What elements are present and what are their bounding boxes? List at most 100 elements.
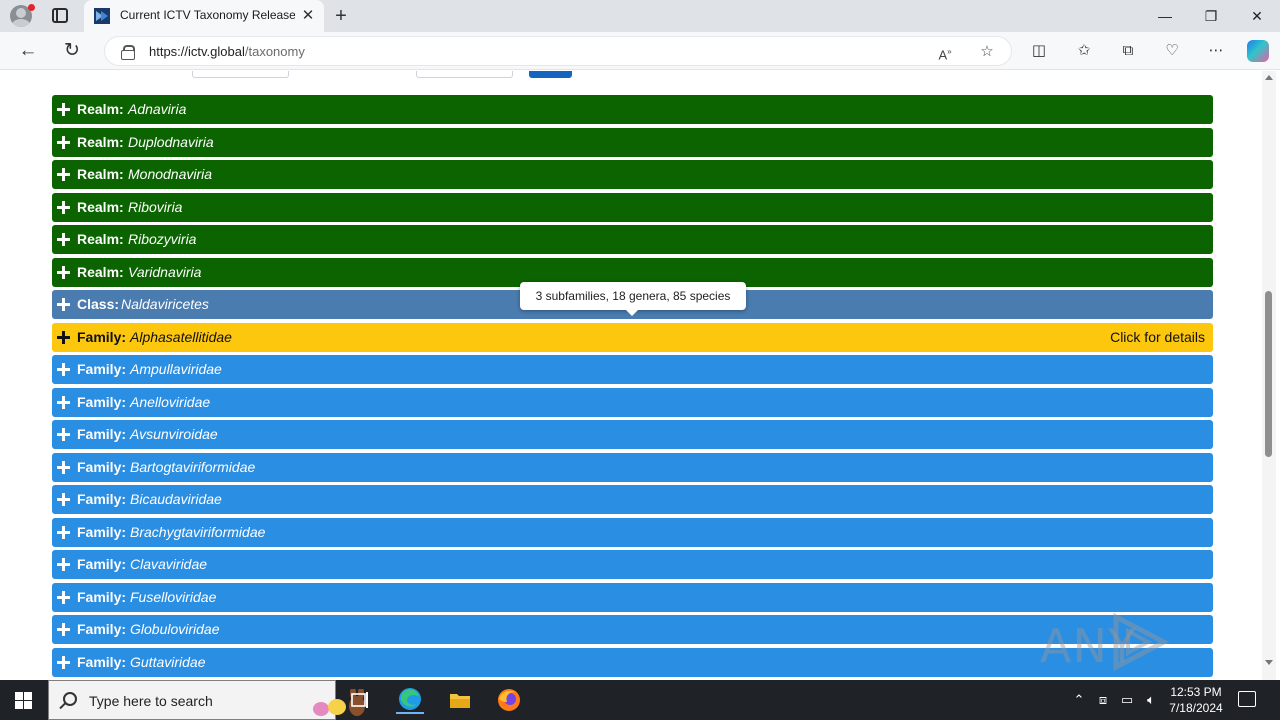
taxon-name[interactable]: Globuloviridae	[130, 621, 220, 637]
favorites-icon[interactable]: ✩	[1073, 40, 1095, 62]
taxon-name[interactable]: Bartogtaviriformidae	[130, 459, 255, 475]
family-row[interactable]: Family: Bartogtaviriformidae	[52, 453, 1213, 482]
rank-label: Realm:	[77, 101, 124, 117]
edge-browser-icon[interactable]	[396, 686, 424, 714]
expand-plus-icon[interactable]	[57, 526, 70, 539]
clock-time: 12:53 PM	[1170, 685, 1222, 699]
rank-label: Family:	[77, 394, 127, 410]
network-icon[interactable]: ▭	[1118, 690, 1136, 710]
taxon-name[interactable]: Ribozyviria	[128, 231, 196, 247]
file-explorer-icon[interactable]	[446, 686, 474, 714]
filter-submit-button-partial[interactable]	[529, 71, 572, 78]
taxon-name[interactable]: Naldaviricetes	[121, 296, 209, 312]
window-close-button[interactable]: ✕	[1242, 4, 1272, 28]
copilot-icon[interactable]	[1247, 40, 1269, 62]
read-aloud-icon[interactable]: A»	[935, 42, 955, 62]
show-hidden-icons-chevron-icon[interactable]: ⌃	[1070, 690, 1088, 710]
expand-plus-icon[interactable]	[57, 136, 70, 149]
rank-label: Family:	[77, 459, 127, 475]
family-row[interactable]: Family: Guttaviridae	[52, 648, 1213, 677]
browser-tab-active[interactable]: Current ICTV Taxonomy Release | ✕	[84, 0, 324, 32]
realm-row[interactable]: Realm: Ribozyviria	[52, 225, 1213, 254]
expand-plus-icon[interactable]	[57, 201, 70, 214]
device-icon[interactable]: ⧈	[1094, 690, 1112, 710]
taxon-name[interactable]: Guttaviridae	[130, 654, 205, 670]
expand-plus-icon[interactable]	[57, 623, 70, 636]
taxon-name[interactable]: Alphasatellitidae	[130, 329, 232, 345]
taxon-name[interactable]: Duplodnaviria	[128, 134, 214, 150]
scrollbar-thumb[interactable]	[1265, 291, 1272, 457]
taskbar-clock[interactable]: 12:53 PM 7/18/2024	[1160, 684, 1232, 716]
browser-essentials-icon[interactable]: ♡	[1161, 40, 1183, 62]
new-tab-button[interactable]: +	[330, 5, 352, 27]
volume-icon[interactable]: 🔈︎	[1142, 690, 1160, 710]
realm-row[interactable]: Realm: Monodnaviria	[52, 160, 1213, 189]
scroll-up-arrow-icon[interactable]	[1265, 75, 1273, 80]
family-row[interactable]: Family: Globuloviridae	[52, 615, 1213, 644]
expand-plus-icon[interactable]	[57, 428, 70, 441]
realm-row[interactable]: Realm: Adnaviria	[52, 95, 1213, 124]
taskbar-search-box[interactable]: Type here to search	[48, 680, 365, 720]
watermark-text: ANY RUN	[1040, 619, 1142, 680]
family-row[interactable]: Family: Fuselloviridae	[52, 583, 1213, 612]
expand-plus-icon[interactable]	[57, 331, 70, 344]
task-view-icon[interactable]	[346, 686, 374, 714]
split-screen-icon[interactable]: ◫	[1028, 40, 1050, 62]
taxon-name[interactable]: Fuselloviridae	[130, 589, 216, 605]
family-row[interactable]: Family: Brachygtaviriformidae	[52, 518, 1213, 547]
lock-icon[interactable]	[121, 45, 135, 60]
taxon-name[interactable]: Riboviria	[128, 199, 182, 215]
expand-plus-icon[interactable]	[57, 363, 70, 376]
expand-plus-icon[interactable]	[57, 493, 70, 506]
rank-label: Family:	[77, 524, 127, 540]
favorite-star-icon[interactable]: ☆	[977, 42, 997, 62]
expand-plus-icon[interactable]	[57, 396, 70, 409]
windows-start-icon[interactable]	[15, 692, 32, 709]
expand-plus-icon[interactable]	[57, 591, 70, 604]
window-minimize-button[interactable]: —	[1150, 4, 1180, 28]
firefox-icon[interactable]	[495, 686, 523, 714]
realm-row[interactable]: Realm: Riboviria	[52, 193, 1213, 222]
taxon-name[interactable]: Monodnaviria	[128, 166, 212, 182]
family-row[interactable]: Family: Ampullaviridae	[52, 355, 1213, 384]
collections-icon[interactable]: ⧉	[1117, 40, 1139, 62]
filter-select-partial[interactable]	[416, 71, 513, 78]
expand-plus-icon[interactable]	[57, 558, 70, 571]
taxon-name[interactable]: Avsunviroidae	[130, 426, 218, 442]
expand-plus-icon[interactable]	[57, 298, 70, 311]
expand-plus-icon[interactable]	[57, 656, 70, 669]
taxon-name[interactable]: Clavaviridae	[130, 556, 207, 572]
taxon-name[interactable]: Ampullaviridae	[130, 361, 222, 377]
tab-close-icon[interactable]: ✕	[300, 8, 316, 24]
taxon-name[interactable]: Anelloviridae	[130, 394, 210, 410]
taskbar-search-placeholder: Type here to search	[89, 693, 213, 709]
page-scrollbar[interactable]	[1262, 71, 1276, 680]
family-row[interactable]: Family: Clavaviridae	[52, 550, 1213, 579]
scroll-down-arrow-icon[interactable]	[1265, 660, 1273, 665]
family-row[interactable]: Family: Anelloviridae	[52, 388, 1213, 417]
window-restore-button[interactable]: ❐	[1196, 4, 1226, 28]
address-bar[interactable]: https://ictv.global/taxonomy A» ☆	[104, 36, 1012, 66]
expand-plus-icon[interactable]	[57, 168, 70, 181]
notification-center-icon[interactable]	[1238, 691, 1256, 707]
expand-plus-icon[interactable]	[57, 103, 70, 116]
family-row[interactable]: Family: Alphasatellitidae Click for detail…	[52, 323, 1213, 352]
settings-more-icon[interactable]: ⋯	[1205, 40, 1227, 62]
url-text[interactable]: https://ictv.global/taxonomy	[149, 44, 305, 59]
expand-plus-icon[interactable]	[57, 461, 70, 474]
expand-plus-icon[interactable]	[57, 233, 70, 246]
tab-actions-icon[interactable]	[52, 8, 68, 23]
family-row[interactable]: Family: Bicaudaviridae	[52, 485, 1213, 514]
click-for-details-link[interactable]: Click for details	[1110, 329, 1205, 345]
expand-plus-icon[interactable]	[57, 266, 70, 279]
filter-input-partial[interactable]	[192, 71, 289, 78]
taxon-name[interactable]: Brachygtaviriformidae	[130, 524, 265, 540]
taxon-name[interactable]: Adnaviria	[128, 101, 186, 117]
rank-label: Realm:	[77, 199, 124, 215]
back-arrow-icon[interactable]: ←	[17, 40, 39, 62]
taxon-name[interactable]: Bicaudaviridae	[130, 491, 222, 507]
realm-row[interactable]: Realm: Duplodnaviria	[52, 128, 1213, 157]
taxon-name[interactable]: Varidnaviria	[128, 264, 201, 280]
refresh-icon[interactable]: ↻	[61, 40, 83, 62]
family-row[interactable]: Family: Avsunviroidae	[52, 420, 1213, 449]
